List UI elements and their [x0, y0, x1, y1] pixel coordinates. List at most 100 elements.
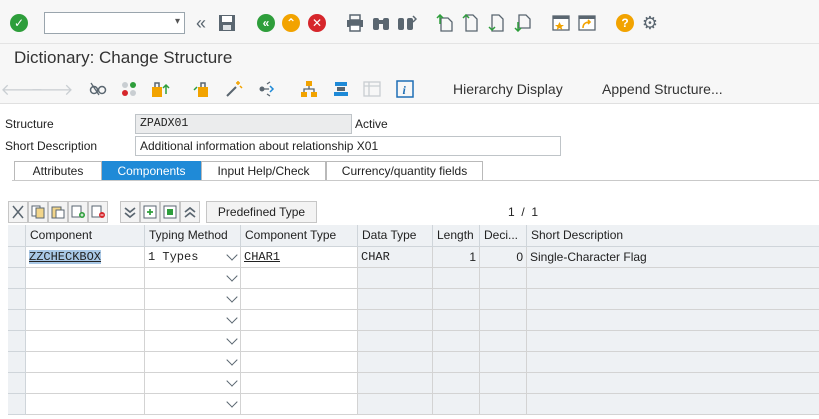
component-cell[interactable] — [26, 289, 145, 310]
decimals-cell — [480, 331, 527, 352]
chevron-down-icon[interactable] — [226, 375, 238, 387]
shortcut-icon[interactable] — [577, 13, 597, 33]
component-cell[interactable] — [26, 331, 145, 352]
component-type-cell[interactable] — [241, 352, 358, 373]
chevron-down-icon[interactable] — [226, 333, 238, 345]
print-icon[interactable] — [345, 13, 365, 33]
component-type-cell[interactable] — [241, 289, 358, 310]
collapse-down-icon[interactable] — [120, 201, 140, 223]
column-header-short-description[interactable]: Short Description — [527, 225, 819, 247]
component-type-cell[interactable] — [241, 331, 358, 352]
row-selector[interactable] — [8, 310, 26, 331]
predefined-type-button[interactable]: Predefined Type — [206, 201, 317, 223]
column-header-typing-method[interactable]: Typing Method — [145, 225, 241, 247]
help-icon[interactable]: ? — [615, 13, 635, 33]
component-type-cell[interactable]: CHAR1 — [241, 247, 358, 268]
chevron-down-icon[interactable] — [226, 270, 238, 282]
first-page-icon[interactable] — [435, 13, 455, 33]
chevron-down-icon[interactable] — [226, 291, 238, 303]
column-header-data-type[interactable]: Data Type — [358, 225, 433, 247]
check-object-icon[interactable] — [150, 79, 170, 99]
component-type-cell[interactable] — [241, 268, 358, 289]
column-header-decimals[interactable]: Deci... — [480, 225, 527, 247]
copy-icon[interactable] — [28, 201, 48, 223]
length-cell — [433, 352, 480, 373]
typing-method-cell[interactable] — [145, 310, 241, 331]
tab-input-help[interactable]: Input Help/Check — [201, 161, 326, 181]
cancel-icon[interactable]: ✕ — [307, 13, 327, 33]
tab-divider — [12, 180, 819, 181]
back-icon[interactable]: « — [256, 13, 276, 33]
tab-components[interactable]: Components — [102, 161, 201, 181]
typing-method-cell[interactable] — [145, 331, 241, 352]
row-selector[interactable] — [8, 394, 26, 415]
expand-structure-icon[interactable] — [160, 201, 180, 223]
data-type-cell — [358, 310, 433, 331]
typing-method-cell[interactable] — [145, 268, 241, 289]
settings-icon[interactable]: ⚙ — [640, 13, 660, 33]
chevron-down-icon[interactable]: ▾ — [175, 16, 180, 27]
row-selector[interactable] — [8, 352, 26, 373]
find-icon[interactable] — [371, 13, 391, 33]
typing-method-cell[interactable]: 1 Types — [145, 247, 241, 268]
tab-attributes[interactable]: Attributes — [14, 161, 102, 181]
back-double-icon[interactable]: « — [191, 13, 211, 33]
save-icon[interactable] — [217, 13, 237, 33]
system-toolbar: ✓ ▾ « « ⌃ ✕ ? ⚙ — [0, 0, 819, 44]
short-description-cell — [527, 268, 819, 289]
stack-icon[interactable] — [331, 79, 351, 99]
new-session-icon[interactable] — [551, 13, 571, 33]
short-description-field[interactable]: Additional information about relationshi… — [135, 136, 561, 156]
prev-page-icon[interactable] — [461, 13, 481, 33]
chevron-down-icon[interactable] — [226, 249, 238, 261]
tab-currency-quantity[interactable]: Currency/quantity fields — [326, 161, 483, 181]
column-header-component-type[interactable]: Component Type — [241, 225, 358, 247]
last-page-icon[interactable] — [513, 13, 533, 33]
exit-icon[interactable]: ⌃ — [281, 13, 301, 33]
component-type-cell[interactable] — [241, 373, 358, 394]
chevron-down-icon[interactable] — [226, 312, 238, 324]
insert-row-icon[interactable] — [68, 201, 88, 223]
component-cell[interactable] — [26, 310, 145, 331]
command-field[interactable]: ▾ — [44, 12, 185, 34]
where-used-icon[interactable] — [257, 79, 277, 99]
chevron-down-icon[interactable] — [226, 396, 238, 408]
next-page-icon[interactable] — [487, 13, 507, 33]
component-cell[interactable] — [26, 373, 145, 394]
row-selector[interactable] — [8, 373, 26, 394]
short-description-cell-text: Single-Character Flag — [530, 250, 647, 264]
component-type-cell[interactable] — [241, 394, 358, 415]
info-icon[interactable]: i — [395, 79, 415, 99]
row-selector[interactable] — [8, 268, 26, 289]
component-type-cell[interactable] — [241, 310, 358, 331]
select-all-cell[interactable] — [8, 225, 26, 247]
delete-row-icon[interactable] — [88, 201, 108, 223]
typing-method-cell[interactable] — [145, 373, 241, 394]
column-header-component[interactable]: Component — [26, 225, 145, 247]
append-structure-button[interactable]: Append Structure... — [602, 81, 723, 97]
row-selector[interactable] — [8, 331, 26, 352]
component-cell[interactable] — [26, 268, 145, 289]
magic-wand-icon[interactable] — [224, 79, 244, 99]
typing-method-cell[interactable] — [145, 289, 241, 310]
typing-method-cell[interactable] — [145, 394, 241, 415]
check-icon[interactable]: ✓ — [9, 13, 29, 33]
column-header-length[interactable]: Length — [433, 225, 480, 247]
component-cell[interactable] — [26, 352, 145, 373]
activate-icon[interactable] — [192, 79, 212, 99]
component-cell[interactable] — [26, 394, 145, 415]
other-object-icon[interactable] — [119, 79, 139, 99]
typing-method-cell[interactable] — [145, 352, 241, 373]
hierarchy-display-button[interactable]: Hierarchy Display — [453, 81, 563, 97]
row-selector[interactable] — [8, 247, 26, 268]
chevron-down-icon[interactable] — [226, 354, 238, 366]
find-next-icon[interactable] — [397, 13, 417, 33]
row-selector[interactable] — [8, 289, 26, 310]
hierarchy-icon[interactable] — [299, 79, 319, 99]
cut-icon[interactable] — [8, 201, 28, 223]
display-change-icon[interactable] — [88, 79, 108, 99]
paste-icon[interactable] — [48, 201, 68, 223]
component-cell[interactable]: ZZCHECKBOX — [26, 247, 145, 268]
include-structure-icon[interactable] — [140, 201, 160, 223]
collapse-up-icon[interactable] — [180, 201, 200, 223]
